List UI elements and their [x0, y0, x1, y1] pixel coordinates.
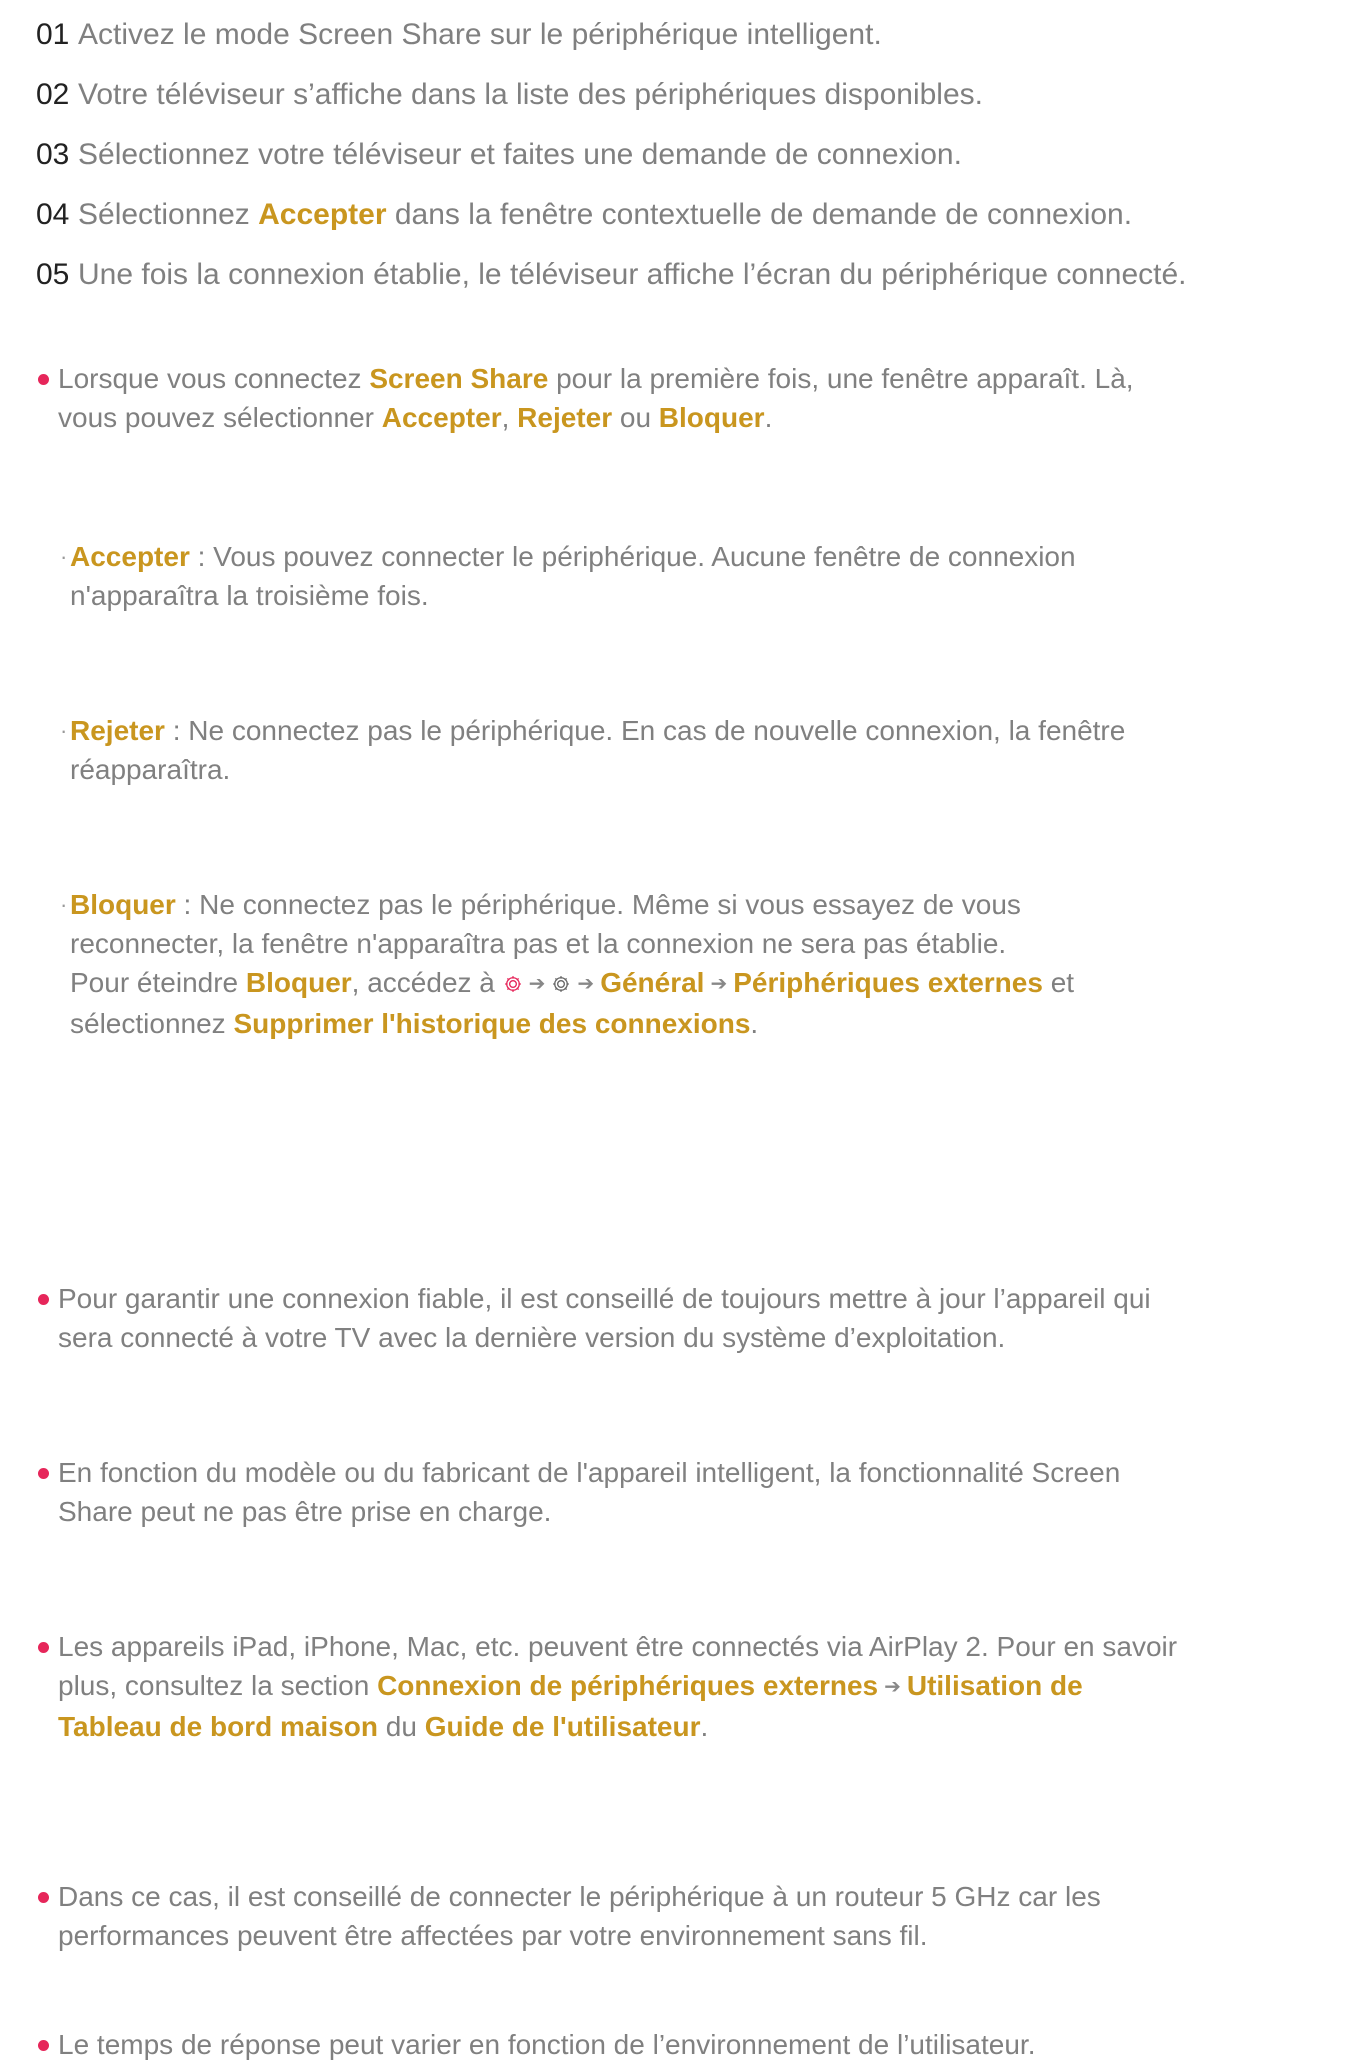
option-text: .	[750, 1008, 759, 1039]
step-item: 01 Activez le mode Screen Share sur le pé…	[36, 12, 1358, 72]
step-item: 05 Une fois la connexion établie, le télé…	[36, 252, 1358, 312]
note-text: Lorsque vous connectez	[58, 363, 370, 394]
step-number: 01	[36, 18, 70, 51]
option-text: Pour éteindre	[70, 967, 246, 998]
note-response-time: Le temps de réponse peut varier en fonct…	[38, 2025, 1358, 2064]
option-reject: · Rejeter : Ne connectez pas le périphér…	[38, 711, 1358, 789]
step-item: 03 Sélectionnez votre téléviseur et faite…	[36, 132, 1358, 192]
accept-keyword: Accepter	[381, 402, 502, 433]
step-text: Sélectionnez	[78, 198, 259, 231]
step-text: dans la fenêtre contextuelle de demande …	[386, 198, 1133, 231]
bullet-dot	[38, 1294, 49, 1305]
note-text: Le temps de réponse peut varier en fonct…	[58, 2029, 1036, 2060]
step-number: 04	[36, 198, 70, 231]
sub-bullet-dot: ·	[60, 892, 68, 917]
bullet-dot	[38, 1468, 49, 1479]
option-text: : Ne connectez pas le périphérique. Même…	[175, 889, 1021, 920]
external-devices-keyword: Périphériques externes	[733, 967, 1043, 998]
reject-label: Rejeter	[70, 715, 165, 746]
option-text: reconnecter, la fenêtre n'apparaîtra pas…	[70, 928, 1007, 959]
option-text: , accédez à	[351, 967, 503, 998]
step-text: Activez le mode Screen Share sur le péri…	[78, 18, 882, 51]
note-text: vous pouvez sélectionner	[58, 402, 382, 433]
note-airplay: Les appareils iPad, iPhone, Mac, etc. pe…	[38, 1627, 1358, 1746]
note-text: Les appareils iPad, iPhone, Mac, etc. pe…	[58, 1631, 1178, 1662]
user-guide-link: Guide de l'utilisateur	[424, 1711, 701, 1742]
option-text: : Ne connectez pas le périphérique. En c…	[164, 715, 1126, 746]
note-model-support: En fonction du modèle ou du fabricant de…	[38, 1453, 1358, 1531]
step-number: 02	[36, 78, 70, 111]
note-text: ,	[501, 402, 518, 433]
note-update-os: Pour garantir une connexion fiable, il e…	[38, 1279, 1358, 1357]
sub-bullet-dot: ·	[60, 544, 68, 569]
note-text: .	[764, 402, 773, 433]
block-keyword: Bloquer	[658, 402, 765, 433]
step-item: 04 Sélectionnez Accepter dans la fenêtre …	[36, 192, 1358, 252]
bullet-dot	[38, 1642, 49, 1653]
option-text: et	[1042, 967, 1075, 998]
step-text: Une fois la connexion établie, le télévi…	[78, 258, 1187, 291]
arrow-icon: ➔	[710, 973, 728, 995]
note-text: Share peut ne pas être prise en charge.	[58, 1496, 552, 1527]
note-text: performances peuvent être affectées par …	[58, 1920, 928, 1951]
option-accept: · Accepter : Vous pouvez connecter le pé…	[38, 537, 1358, 615]
note-text: .	[700, 1711, 709, 1742]
home-dashboard-link: Tableau de bord maison	[58, 1711, 378, 1742]
external-devices-link: Connexion de périphériques externes	[377, 1670, 879, 1701]
note-text: En fonction du modèle ou du fabricant de…	[58, 1457, 1121, 1488]
accept-keyword: Accepter	[258, 198, 387, 231]
arrow-icon: ➔	[884, 1676, 901, 1698]
settings-gear-icon	[504, 976, 521, 992]
note-first-connection: Lorsque vous connectez Screen Share pour…	[38, 359, 1358, 437]
note-text: du	[377, 1711, 425, 1742]
block-keyword: Bloquer	[245, 967, 352, 998]
sub-bullet-dot: ·	[60, 718, 68, 743]
step-item: 02 Votre téléviseur s’affiche dans la lis…	[36, 72, 1358, 132]
step-number: 03	[36, 138, 70, 171]
arrow-icon: ➔	[528, 973, 546, 995]
bullet-dot	[38, 2040, 49, 2051]
note-text: Dans ce cas, il est conseillé de connect…	[58, 1881, 1101, 1912]
delete-history-keyword: Supprimer l'historique des connexions	[233, 1008, 751, 1039]
accept-label: Accepter	[70, 541, 190, 572]
block-label: Bloquer	[70, 889, 176, 920]
option-text: sélectionnez	[70, 1008, 234, 1039]
reject-keyword: Rejeter	[517, 402, 613, 433]
step-text: Votre téléviseur s’affiche dans la liste…	[78, 78, 983, 111]
general-menu-keyword: Général	[600, 967, 705, 998]
step-number: 05	[36, 258, 70, 291]
step-text: Sélectionnez votre téléviseur et faites …	[78, 138, 962, 171]
home-dashboard-link: Utilisation de	[906, 1670, 1083, 1701]
note-text: plus, consultez la section	[58, 1670, 378, 1701]
option-text: n'apparaîtra la troisième fois.	[70, 580, 429, 611]
note-text: Pour garantir une connexion fiable, il e…	[58, 1283, 1151, 1314]
bullet-dot	[38, 1892, 49, 1903]
note-text: sera connecté à votre TV avec la dernièr…	[58, 1322, 1006, 1353]
screen-share-keyword: Screen Share	[369, 363, 549, 394]
document: 01 Activez le mode Screen Share sur le pé…	[0, 0, 1358, 2060]
option-text: : Vous pouvez connecter le périphérique.…	[189, 541, 1076, 572]
note-text: pour la première fois, une fenêtre appar…	[548, 363, 1134, 394]
steps-list: 01 Activez le mode Screen Share sur le pé…	[36, 12, 1358, 312]
arrow-icon: ➔	[577, 973, 595, 995]
bullet-dot	[38, 374, 49, 385]
all-settings-gear-icon	[553, 976, 570, 992]
option-block: · Bloquer : Ne connectez pas le périphér…	[38, 885, 1358, 1043]
note-router: Dans ce cas, il est conseillé de connect…	[38, 1877, 1358, 1955]
option-text: réapparaîtra.	[70, 754, 231, 785]
note-text: ou	[612, 402, 659, 433]
